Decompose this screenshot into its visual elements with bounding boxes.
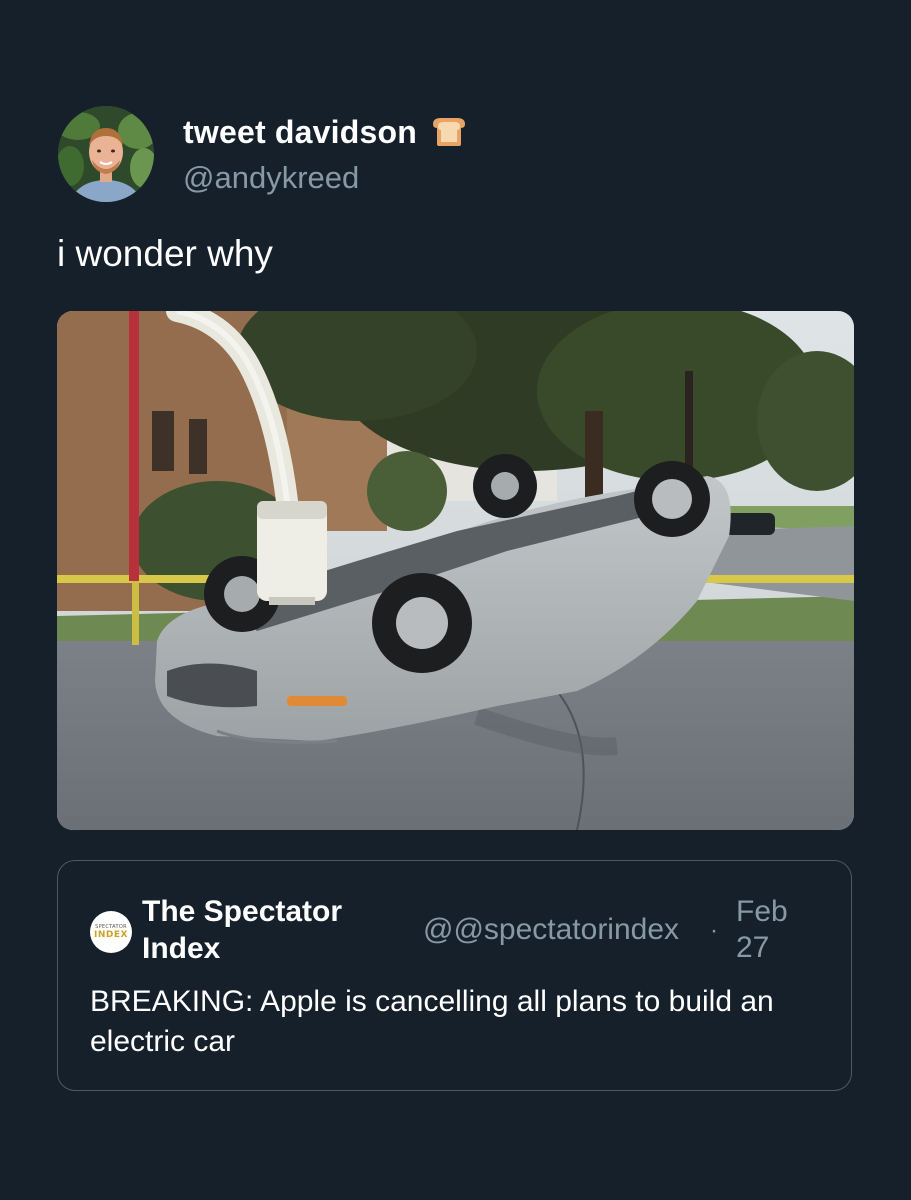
tweet-image[interactable] xyxy=(57,311,854,830)
logo-text-bottom: INDEX xyxy=(94,930,128,940)
spectator-index-logo[interactable]: SPECTATOR INDEX xyxy=(90,911,132,953)
flipped-car-photo xyxy=(57,311,854,830)
quoted-display-name[interactable]: The Spectator Index xyxy=(142,893,372,967)
quoted-date[interactable]: Feb 27 xyxy=(736,894,806,966)
quoted-tweet-text: BREAKING: Apple is cancelling all plans … xyxy=(90,985,774,1058)
tweet-header: tweet davidson @andykreed xyxy=(58,106,858,206)
quoted-tweet-card[interactable]: SPECTATOR INDEX The Spectator Index @@sp… xyxy=(57,860,852,1091)
name-row: tweet davidson xyxy=(183,112,467,152)
user-handle[interactable]: @andykreed xyxy=(183,160,359,196)
avatar[interactable] xyxy=(58,106,154,202)
bread-icon xyxy=(431,116,467,148)
quoted-handle[interactable]: @@spectatorindex xyxy=(423,913,679,947)
display-name[interactable]: tweet davidson xyxy=(183,114,417,151)
tweet-text: i wonder why xyxy=(57,233,273,274)
separator-dot: · xyxy=(710,917,718,944)
profile-photo xyxy=(58,106,154,202)
